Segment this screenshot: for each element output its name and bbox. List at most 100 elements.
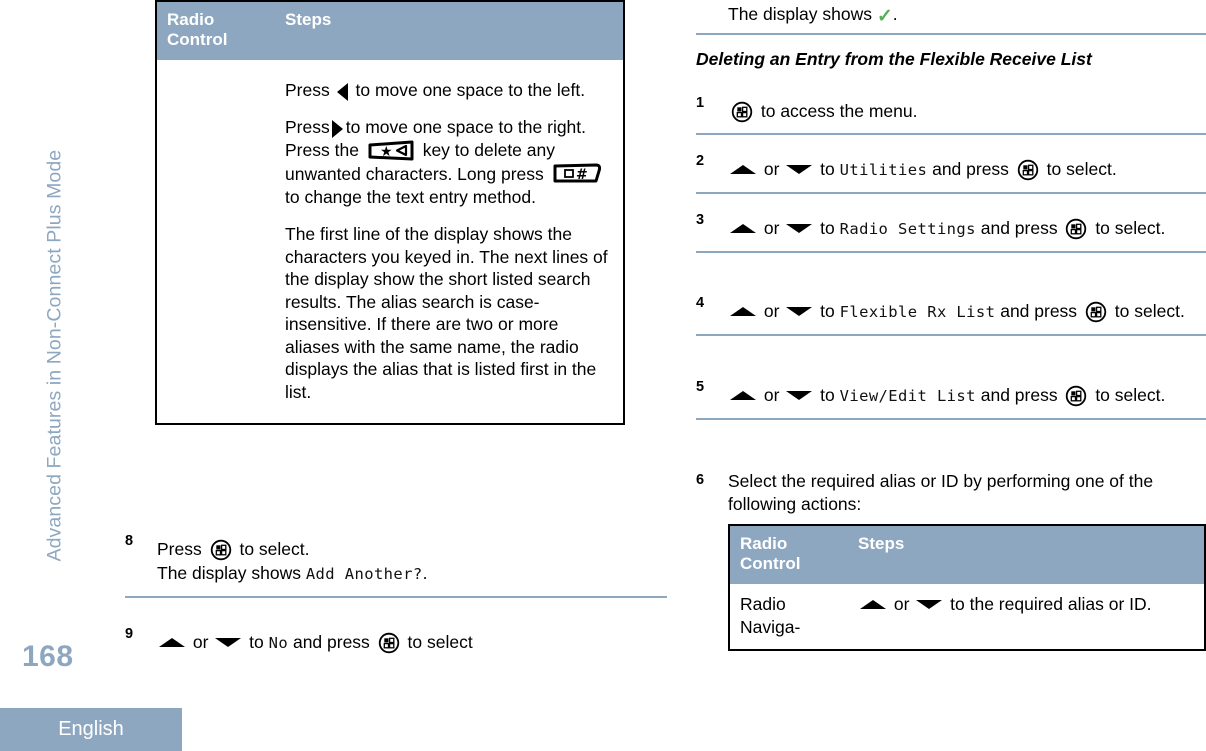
to-select-label: to select bbox=[402, 632, 473, 652]
and-press-label: and press bbox=[927, 159, 1014, 179]
step-1: 1 to access the menu. bbox=[696, 90, 1206, 135]
to-select-label: to select. bbox=[1090, 385, 1166, 405]
step-1-line: to access the menu. bbox=[728, 99, 1206, 123]
star-backspace-key-icon: ★ bbox=[367, 140, 415, 162]
menu-button-icon bbox=[1017, 159, 1039, 181]
arrow-down-icon bbox=[786, 165, 813, 175]
to-access-menu-label: to access the menu. bbox=[756, 101, 918, 121]
step-number: 2 bbox=[696, 153, 705, 169]
steps-paragraph-display-info: The first line of the display shows the … bbox=[285, 224, 608, 402]
step-8-line-2: The display shows Add Another?. bbox=[157, 561, 667, 586]
step-9-line: or to No and press to select bbox=[157, 630, 667, 655]
section-divider bbox=[696, 33, 1206, 35]
display-shows-label: The display shows bbox=[728, 4, 877, 24]
required-alias-label: to the required alias or ID. bbox=[945, 594, 1152, 614]
arrow-up-icon bbox=[159, 638, 185, 648]
to-select-label: to select. bbox=[1109, 301, 1185, 321]
step-6: 6 Select the required alias or ID by per… bbox=[696, 470, 1206, 676]
table-header-radio-control: Radio Control bbox=[729, 525, 848, 584]
or-label: or bbox=[889, 594, 915, 614]
to-select-label: to select. bbox=[234, 539, 310, 559]
or-label: or bbox=[759, 385, 785, 405]
arrow-up-icon bbox=[730, 391, 756, 401]
green-check-icon: ✓ bbox=[876, 6, 893, 27]
change-entry-method-text: to change the text entry method. bbox=[285, 187, 536, 207]
press-label-2: Press bbox=[285, 117, 330, 137]
display-text-view-edit-list: View/Edit List bbox=[839, 387, 976, 405]
step-number: 4 bbox=[696, 295, 705, 311]
and-press-label: and press bbox=[975, 385, 1063, 405]
step-2: 2 or to Utilities and press to select. bbox=[696, 148, 1206, 194]
press-label: Press bbox=[157, 539, 207, 559]
and-press-label: and press bbox=[975, 218, 1063, 238]
step-8: 8 Press to select. The display shows Add… bbox=[125, 528, 667, 598]
table-cell-steps: or to the required alias or ID. bbox=[848, 584, 1205, 650]
arrow-down-icon bbox=[786, 307, 813, 317]
step-3-line: or to Radio Settings and press to select… bbox=[728, 216, 1206, 241]
page-number: 168 bbox=[22, 640, 74, 673]
arrow-down-icon bbox=[916, 600, 943, 610]
arrow-down-icon bbox=[215, 638, 242, 648]
menu-button-icon bbox=[731, 101, 753, 123]
step-number: 8 bbox=[125, 533, 134, 549]
and-press-label: and press bbox=[995, 301, 1082, 321]
display-text-no: No bbox=[268, 634, 289, 652]
arrow-down-icon bbox=[786, 391, 813, 401]
or-label: or bbox=[759, 218, 785, 238]
step-6-text-block: 6 Select the required alias or ID by per… bbox=[696, 470, 1206, 516]
or-label: or bbox=[759, 159, 785, 179]
to-label: to bbox=[815, 218, 840, 238]
to-label: to bbox=[244, 632, 269, 652]
table-header-radio-control: Radio Control bbox=[156, 1, 275, 60]
arrow-up-icon bbox=[730, 307, 756, 317]
radio-control-table: Radio Control Steps Press to move one sp… bbox=[155, 0, 625, 425]
step-number: 6 bbox=[696, 472, 705, 488]
side-rail: Advanced Features in Non-Connect Plus Mo… bbox=[0, 0, 120, 700]
arrow-right-icon bbox=[331, 119, 343, 138]
step-number: 1 bbox=[696, 95, 705, 111]
steps-paragraph-move-right: Press to move one space to the right. Pre… bbox=[285, 116, 613, 209]
display-shows-label: The display shows bbox=[157, 563, 306, 583]
period-label: . bbox=[422, 563, 428, 583]
menu-button-icon bbox=[1085, 301, 1107, 323]
to-select-label: to select. bbox=[1090, 218, 1166, 238]
step-number: 5 bbox=[696, 379, 705, 395]
or-label: or bbox=[759, 301, 785, 321]
arrow-up-icon bbox=[730, 224, 756, 234]
arrow-left-icon bbox=[336, 82, 348, 101]
arrow-up-icon bbox=[730, 165, 756, 175]
or-label: or bbox=[188, 632, 214, 652]
table-row: Radio Naviga- or to the required alias o… bbox=[729, 584, 1205, 650]
left-table-wrapper: Radio Control Steps Press to move one sp… bbox=[155, 0, 625, 425]
arrow-up-icon bbox=[860, 600, 886, 610]
nested-table-wrapper: Radio Control Steps Radio Naviga- or to … bbox=[728, 524, 1206, 676]
step-2-line: or to Utilities and press to select. bbox=[728, 157, 1206, 182]
chapter-label: Advanced Features in Non-Connect Plus Mo… bbox=[43, 149, 66, 562]
display-text-flexible-rx-list: Flexible Rx List bbox=[839, 303, 996, 321]
section-heading: Deleting an Entry from the Flexible Rece… bbox=[696, 49, 1092, 69]
display-text-add-another: Add Another? bbox=[305, 565, 423, 583]
to-label: to bbox=[815, 159, 840, 179]
press-label-1: Press bbox=[285, 80, 330, 100]
to-label: to bbox=[815, 301, 840, 321]
period-label: . bbox=[892, 4, 898, 24]
move-left-text: to move one space to the left. bbox=[355, 80, 586, 100]
display-shows-check-line: The display shows ✓. bbox=[728, 2, 1206, 26]
table-header-steps: Steps bbox=[848, 525, 1205, 584]
step-8-line-1: Press to select. bbox=[157, 537, 667, 561]
to-label: to bbox=[815, 385, 840, 405]
table-row: Press to move one space to the left. Pre… bbox=[156, 60, 624, 424]
table-header-steps: Steps bbox=[275, 1, 624, 60]
step-4: 4 or to Flexible Rx List and press to se… bbox=[696, 290, 1206, 336]
step-9: 9 or to No and press to select bbox=[125, 621, 667, 665]
step-5: 5 or to View/Edit List and press to sele… bbox=[696, 374, 1206, 420]
table-header-row: Radio Control Steps bbox=[729, 525, 1205, 584]
table-header-row: Radio Control Steps bbox=[156, 1, 624, 60]
step-number: 9 bbox=[125, 626, 134, 642]
steps-paragraph-move-left: Press to move one space to the left. bbox=[285, 79, 613, 102]
table-cell-radio-control: Radio Naviga- bbox=[740, 594, 801, 637]
step-4-line: or to Flexible Rx List and press to sele… bbox=[728, 299, 1206, 324]
step-3: 3 or to Radio Settings and press to sele… bbox=[696, 207, 1206, 253]
display-text-radio-settings: Radio Settings bbox=[839, 220, 976, 238]
and-press-label: and press bbox=[288, 632, 375, 652]
